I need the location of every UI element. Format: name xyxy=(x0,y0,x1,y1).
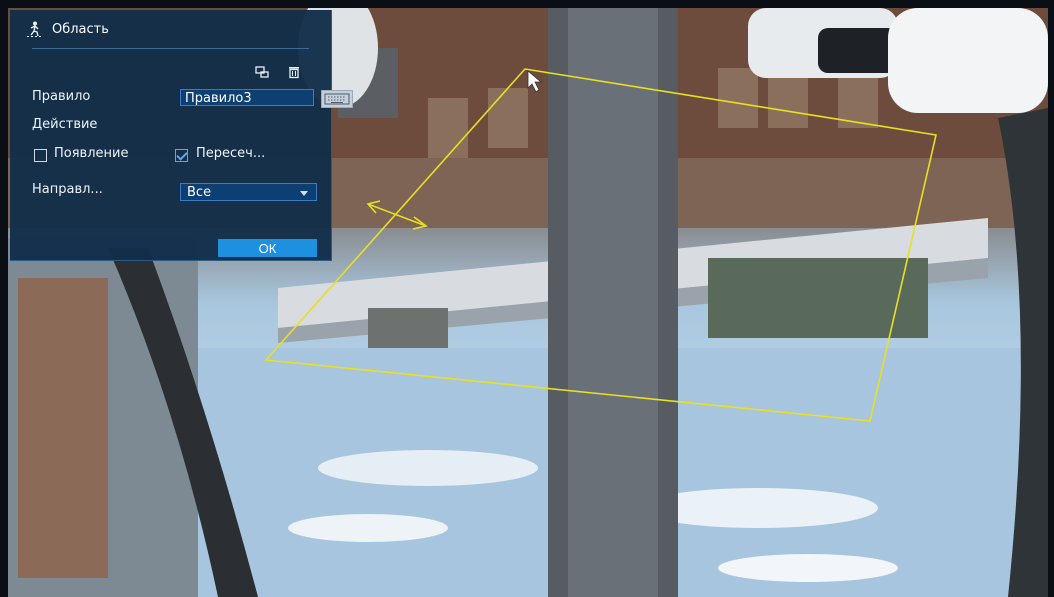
direction-arrow-icon[interactable] xyxy=(366,200,428,230)
appearance-checkbox[interactable] xyxy=(34,149,47,162)
title-divider xyxy=(32,48,309,49)
panel-title-text: Область xyxy=(52,21,109,37)
person-crossing-icon xyxy=(27,21,43,37)
panel-title: Область xyxy=(26,18,109,40)
chevron-down-icon xyxy=(300,191,308,196)
direction-select[interactable]: Все xyxy=(180,183,317,201)
mouse-pointer-icon xyxy=(527,70,543,93)
rule-label: Правило xyxy=(32,89,91,104)
crossing-option-label: Пересеч... xyxy=(196,146,266,161)
crossing-checkbox[interactable] xyxy=(175,149,188,162)
ok-button[interactable]: ОК xyxy=(218,239,317,257)
action-label: Действие xyxy=(32,117,98,132)
draw-area-icon[interactable] xyxy=(255,65,269,79)
keyboard-icon[interactable] xyxy=(321,90,353,108)
rule-name-input[interactable]: Правило3 xyxy=(180,89,314,106)
area-settings-panel: Область Правило Правило3 Действие Появле… xyxy=(10,10,353,261)
delete-icon[interactable] xyxy=(287,65,301,79)
appearance-option-label: Появление xyxy=(54,146,129,161)
direction-label: Направл... xyxy=(32,182,103,197)
detection-zone-polygon[interactable] xyxy=(264,68,937,422)
direction-select-value: Все xyxy=(187,185,212,200)
